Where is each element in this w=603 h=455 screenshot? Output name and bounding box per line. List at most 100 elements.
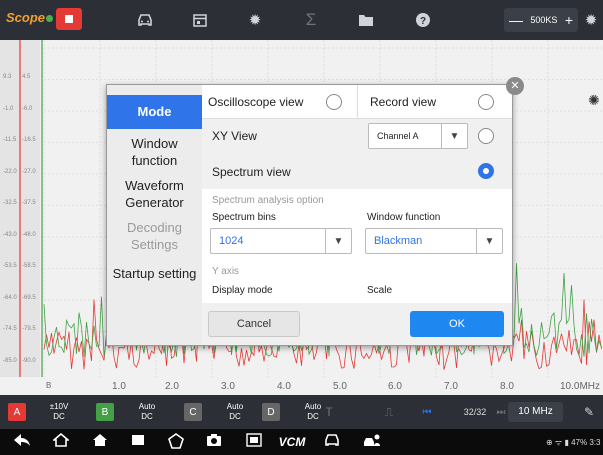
y-axis-label-b: -58.5 <box>22 263 36 269</box>
stop-button[interactable] <box>56 8 82 30</box>
sigma-icon[interactable]: Σ <box>300 9 322 31</box>
sidebar-item-startup-setting[interactable]: Startup setting <box>107 265 202 283</box>
y-axis-label-a: -32.5 <box>3 200 17 206</box>
x-axis-label: 7.0 <box>444 381 458 392</box>
x-axis-label: 4.0 <box>277 381 291 392</box>
scope-screen: Scope ✹ Σ ? — 500KS + ✹ 9.3 -1.0 -11.5 -… <box>0 0 603 455</box>
android-navbar: VCM ⊕ ᯤ ▮ 47% 3:3 <box>0 429 603 455</box>
y-axis-label-b: -16.5 <box>22 137 36 143</box>
channel-c-range[interactable]: Auto DC <box>220 402 250 422</box>
vci-icon[interactable] <box>166 433 186 451</box>
channel-c-tag[interactable]: C <box>184 403 202 421</box>
y-axis-label-a: -1.0 <box>3 105 14 112</box>
chevron-down-icon: ▼ <box>325 229 351 253</box>
x-axis-label: 5.0 <box>333 381 347 392</box>
xy-view-row: XY View Channel A ▼ <box>202 119 512 153</box>
x-axis-label: 10.0MHz <box>560 381 601 392</box>
channel-a-range[interactable]: ±10V DC <box>44 402 74 422</box>
y-axis-label: Y axis <box>212 266 240 277</box>
channel-bar: A ±10V DC B Auto DC C Auto DC D Auto DC T ⎍ ⏮ 32/32… <box>0 395 603 429</box>
x-axis-start-label: B <box>46 381 52 390</box>
y-axis-label-b: 4.5 <box>22 74 31 80</box>
y-axis-label-a: -43.0 <box>3 231 17 238</box>
x-axis-label: 8.0 <box>500 381 514 392</box>
spectrum-view-row: Spectrum view <box>202 153 512 189</box>
back-icon[interactable] <box>12 433 32 451</box>
home-icon[interactable] <box>51 432 71 451</box>
scale-label: Scale <box>367 285 393 296</box>
x-axis-label: 1.0 <box>112 381 126 392</box>
chevron-down-icon: ▼ <box>441 124 467 148</box>
sidebar-item-window-function[interactable]: Window function <box>107 135 202 171</box>
y-axis-label-a: -11.5 <box>3 137 17 143</box>
sidebar-item-mode[interactable]: Mode <box>107 95 202 129</box>
ok-button[interactable]: OK <box>410 311 504 337</box>
channel-d-tag[interactable]: D <box>262 403 280 421</box>
camera-icon[interactable] <box>204 433 224 451</box>
first-page-icon[interactable]: ⏮ <box>416 401 438 423</box>
record-view-radio[interactable] <box>478 94 494 110</box>
x-axis-label: 2.0 <box>165 381 179 392</box>
x-axis-label: 3.0 <box>221 381 235 392</box>
car-icon[interactable] <box>322 433 342 451</box>
y-axis-label-b: -27.0 <box>22 168 36 175</box>
recents-icon[interactable] <box>128 433 148 451</box>
window-function-select[interactable]: Blackman ▼ <box>365 228 503 254</box>
xy-channel-select[interactable]: Channel A ▼ <box>368 123 468 149</box>
screenshot-icon[interactable] <box>244 433 264 451</box>
xy-view-radio[interactable] <box>478 128 494 144</box>
y-axis-label-b: -37.5 <box>22 200 36 206</box>
y-axis-label-a: -74.5 <box>3 326 17 332</box>
trigger-icon[interactable]: T <box>318 401 340 423</box>
edge-icon[interactable]: ⎍ <box>378 401 400 423</box>
close-dialog-button[interactable]: ✕ <box>506 77 524 95</box>
channel-b-tag[interactable]: B <box>96 403 114 421</box>
oscilloscope-view-label: Oscilloscope view <box>208 95 304 109</box>
view-row: Oscilloscope view Record view <box>202 85 512 119</box>
top-toolbar: Scope ✹ Σ ? — 500KS + ✹ <box>0 0 603 40</box>
spectrum-view-radio[interactable] <box>478 163 494 179</box>
close-icon: ✕ <box>510 80 520 92</box>
frequency-button[interactable]: 10 MHz <box>508 402 563 422</box>
stop-icon <box>65 15 73 23</box>
channel-a-tag[interactable]: A <box>8 403 26 421</box>
timebase-minus-button[interactable]: — <box>509 12 523 28</box>
dialog-footer: Cancel OK <box>202 303 512 345</box>
window-function-label: Window function <box>367 212 441 223</box>
bulb-icon[interactable]: ✺ <box>588 92 600 109</box>
y-axis-label-a: 9.3 <box>3 74 12 80</box>
calendar-icon[interactable] <box>189 9 211 31</box>
y-axis-label-b: -90.0 <box>22 357 36 364</box>
status-bar: ⊕ ᯤ ▮ 47% 3:3 <box>546 438 601 447</box>
car-icon[interactable] <box>134 9 156 31</box>
cancel-button[interactable]: Cancel <box>208 311 300 337</box>
oscilloscope-view-radio[interactable] <box>326 94 342 110</box>
spectrum-bins-label: Spectrum bins <box>212 212 276 223</box>
y-axis-label-a: -85.0 <box>3 357 17 364</box>
y-axis-label-a: -22.0 <box>3 168 17 175</box>
vcm-icon[interactable]: VCM <box>278 433 306 451</box>
timebase-control: — 500KS + <box>504 8 578 32</box>
dialog-sidebar: Mode Window function Waveform Generator … <box>107 85 202 345</box>
help-icon[interactable]: ? <box>412 9 434 31</box>
sidebar-item-waveform-generator[interactable]: Waveform Generator <box>107 177 202 213</box>
gear-icon[interactable]: ✹ <box>244 9 266 31</box>
spectrum-option-label: Spectrum analysis option <box>212 195 324 206</box>
pen-icon[interactable]: ✎ <box>578 401 600 423</box>
house-icon[interactable] <box>90 433 110 451</box>
y-axis-label-a: -53.5 <box>3 263 17 269</box>
user-car-icon[interactable] <box>362 433 382 451</box>
timebase-plus-button[interactable]: + <box>565 12 573 28</box>
y-axis-label-b: -6.0 <box>22 105 33 112</box>
settings-icon[interactable]: ✹ <box>580 9 602 31</box>
spectrum-bins-select[interactable]: 1024 ▼ <box>210 228 352 254</box>
sidebar-item-decoding-settings: Decoding Settings <box>127 220 182 252</box>
svg-text:?: ? <box>420 16 426 27</box>
chevron-down-icon: ▼ <box>476 229 502 253</box>
spectrum-view-label: Spectrum view <box>212 165 291 179</box>
xy-view-label: XY View <box>212 129 257 143</box>
channel-b-range[interactable]: Auto DC <box>132 402 162 422</box>
folder-icon[interactable] <box>355 9 377 31</box>
y-axis-label-b: -48.0 <box>22 231 36 238</box>
y-axis-label-a: -64.0 <box>3 294 17 301</box>
